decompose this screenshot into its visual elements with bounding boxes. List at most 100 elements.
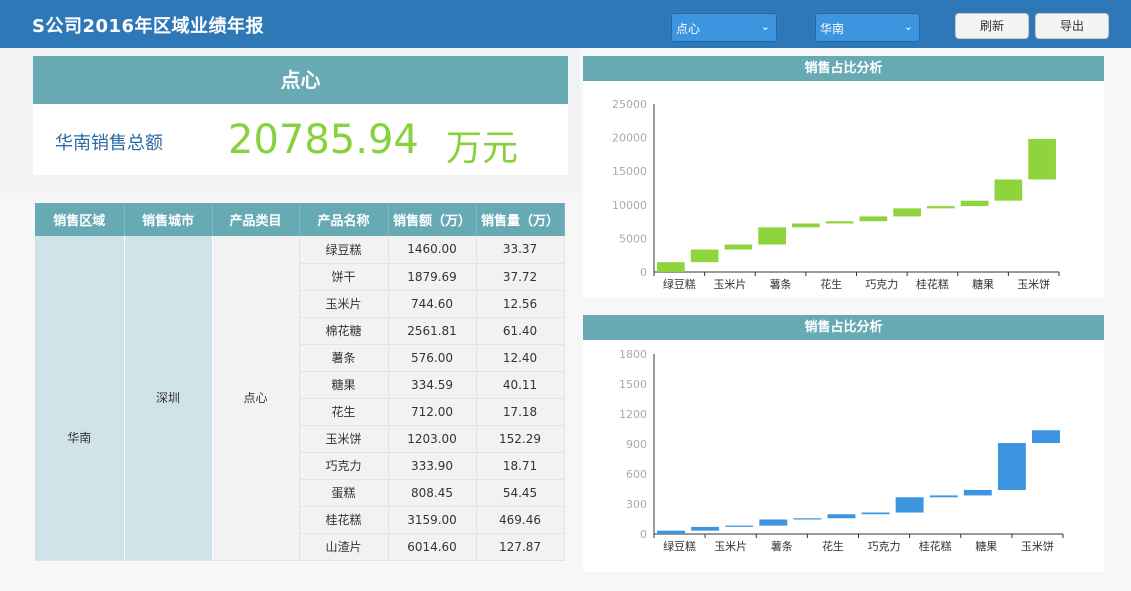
waterfall-bar [725,525,754,527]
summary-label: 华南销售总额 [55,133,163,154]
product-name-cell: 玉米饼 [299,425,389,453]
category-cell: 点心 [212,236,300,561]
sales-amount-cell: 1879.69 [388,263,477,291]
product-name-cell: 棉花糖 [299,317,389,345]
waterfall-bar [724,244,753,250]
x-tick-label: 薯条 [770,277,792,291]
summary-value: 20785.94 [228,117,419,163]
waterfall-bar [963,489,992,496]
x-tick-label: 绿豆糕 [663,277,696,291]
waterfall-bar [859,216,888,222]
sales-amount-cell: 2561.81 [388,317,477,345]
y-tick-label: 15000 [612,165,647,178]
y-tick-label: 1200 [619,408,647,421]
column-header: 销售城市 [124,203,213,236]
sales-amount-cell: 334.59 [388,371,477,399]
waterfall-bar [861,512,890,515]
sales-amount-chart-panel: 销售占比分析 0 5000 10000 15000 20000 25000 绿豆糕 玉米片 薯条… [583,56,1104,298]
x-tick-label: 糖果 [975,539,997,553]
product-name-cell: 花生 [299,398,389,426]
x-tick-label: 玉米饼 [1017,277,1050,291]
product-name-cell: 薯条 [299,344,389,372]
x-tick-label: 玉米片 [714,540,747,553]
sales-qty-cell: 33.37 [476,236,565,264]
chevron-down-icon: ⌄ [903,20,913,33]
product-name-cell: 山渣片 [299,533,389,561]
waterfall-bar [1031,430,1060,444]
sales-volume-waterfall-chart: 0 300 600 900 1200 1500 1800 绿豆糕 玉米片 薯条 花生 巧克力 桂花糕 糖果… [619,348,1064,553]
x-tick-label: 玉米饼 [1021,539,1054,553]
waterfall-bar [825,221,854,224]
y-tick-label: 300 [626,498,647,511]
sales-qty-cell: 152.29 [476,425,565,453]
waterfall-bar [691,526,720,531]
sales-qty-cell: 37.72 [476,263,565,291]
sales-qty-cell: 61.40 [476,317,565,345]
column-header: 产品类目 [212,203,300,236]
sales-amount-cell: 1203.00 [388,425,477,453]
x-tick-label: 花生 [820,277,842,291]
sales-amount-cell: 744.60 [388,290,477,318]
y-tick-label: 1800 [619,348,647,361]
chevron-down-icon: ⌄ [760,20,770,33]
category-select-value: 点心 [676,22,701,36]
waterfall-bar [997,443,1026,490]
sales-volume-chart-panel: 销售占比分析 0 300 600 900 1200 1500 1800 绿豆糕 玉米片 薯条 花生 巧… [583,315,1104,572]
summary-unit: 万元 [446,128,519,169]
waterfall-bar [929,495,958,498]
category-select[interactable]: 点心 ⌄ [671,13,777,42]
waterfall-bar [759,519,788,526]
y-tick-label: 20000 [612,132,647,145]
export-button[interactable]: 导出 [1035,13,1109,39]
table-row: 华南 深圳 点心 绿豆糕 1460.00 33.37 [35,236,565,561]
sales-qty-cell: 54.45 [476,479,565,507]
column-header: 销售量（万） [476,203,565,236]
product-name-cell: 玉米片 [299,290,389,318]
product-name-cell: 饼干 [299,263,389,291]
sales-amount-cell: 808.45 [388,479,477,507]
refresh-button[interactable]: 刷新 [955,13,1029,39]
sales-amount-waterfall-chart: 0 5000 10000 15000 20000 25000 绿豆糕 玉米片 薯条 花生 巧克力 桂花… [612,98,1060,291]
waterfall-bar [927,206,955,209]
region-select[interactable]: 华南 ⌄ [815,13,920,42]
x-tick-label: 桂花糕 [919,539,952,553]
y-tick-label: 900 [626,438,647,451]
y-tick-label: 5000 [619,232,647,245]
sales-qty-cell: 127.87 [476,533,565,561]
waterfall-bar [827,514,856,519]
top-bar: S公司2016年区域业绩年报 点心 ⌄ 华南 ⌄ 刷新 导出 [0,0,1131,48]
sales-amount-cell: 576.00 [388,344,477,372]
x-tick-label: 桂花糕 [916,277,949,291]
sales-qty-cell: 12.56 [476,290,565,318]
sales-amount-cell: 1460.00 [388,236,477,264]
product-name-cell: 桂花糕 [299,506,389,534]
waterfall-bar [960,200,989,207]
y-tick-label: 0 [640,528,647,541]
product-name-cell: 绿豆糕 [299,236,389,264]
x-tick-label: 巧克力 [865,278,898,291]
sales-amount-cell: 333.90 [388,452,477,480]
waterfall-bar [758,227,786,245]
waterfall-bar [792,223,820,228]
column-header: 销售区域 [35,203,125,236]
sales-amount-cell: 6014.60 [388,533,477,561]
waterfall-bar [893,208,921,217]
waterfall-bar [657,262,685,272]
region-cell: 华南 [35,236,125,561]
y-tick-label: 1500 [619,378,647,391]
sales-qty-cell: 17.18 [476,398,565,426]
x-tick-label: 花生 [822,539,844,553]
waterfall-bar [994,179,1023,201]
summary-category-title: 点心 [33,56,568,104]
product-name-cell: 蛋糕 [299,479,389,507]
column-header: 销售额（万） [388,203,477,236]
y-tick-label: 25000 [612,98,647,111]
sales-qty-cell: 469.46 [476,506,565,534]
y-tick-label: 10000 [612,199,647,212]
summary-card: 华南销售总额 20785.94 万元 [33,104,568,175]
sales-amount-cell: 712.00 [388,398,477,426]
sales-qty-cell: 18.71 [476,452,565,480]
sales-amount-cell: 3159.00 [388,506,477,534]
product-name-cell: 巧克力 [299,452,389,480]
city-cell: 深圳 [124,236,213,561]
